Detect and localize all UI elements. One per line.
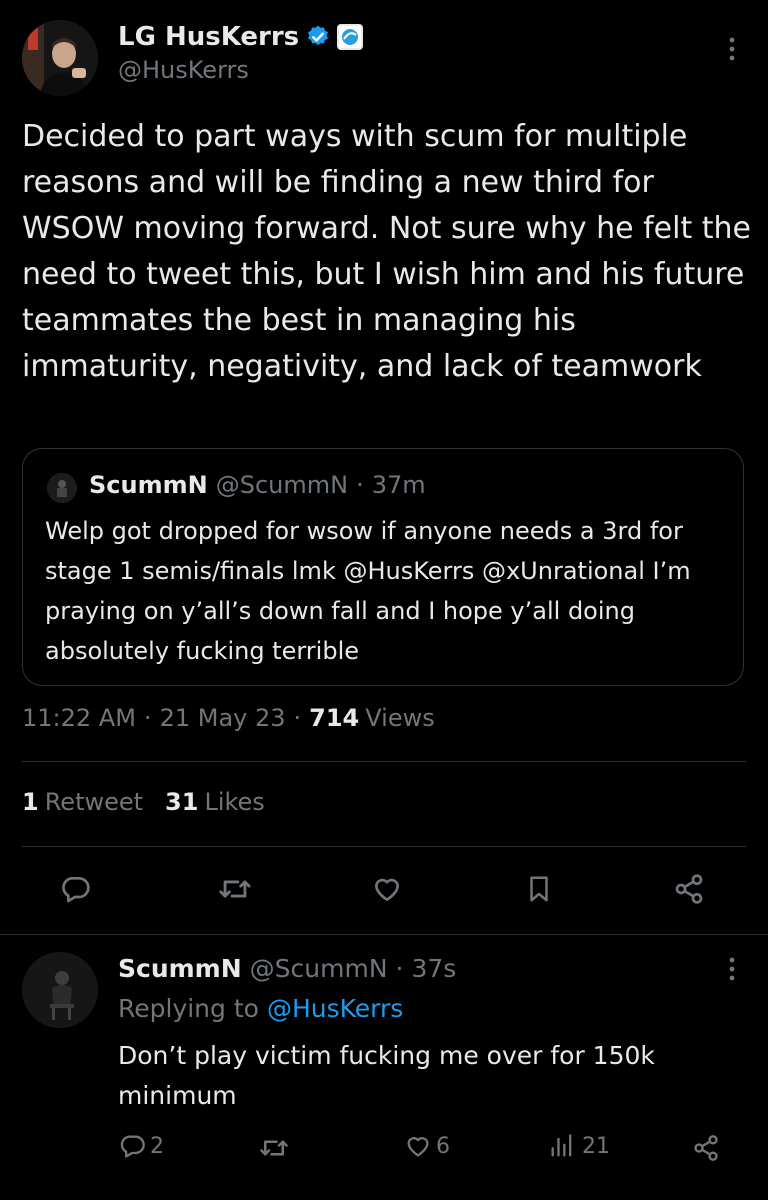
reply-share-icon[interactable] bbox=[688, 1130, 724, 1166]
views-icon bbox=[548, 1132, 576, 1160]
quoted-time: 37m bbox=[371, 471, 426, 499]
tweet-time: 11:22 AM bbox=[22, 704, 136, 732]
likes-stat[interactable]: 31 Likes bbox=[165, 788, 265, 816]
retweet-icon[interactable] bbox=[212, 866, 258, 912]
verified-badge-icon bbox=[305, 24, 331, 50]
author-handle[interactable]: @HusKerrs bbox=[118, 56, 249, 84]
tweet-date: 21 May 23 bbox=[159, 704, 286, 732]
quoted-author-handle: @ScummN bbox=[215, 471, 349, 499]
quoted-author-avatar bbox=[47, 473, 77, 503]
divider bbox=[22, 846, 746, 847]
share-icon[interactable] bbox=[666, 866, 712, 912]
divider bbox=[0, 934, 768, 935]
quoted-separator: · bbox=[356, 471, 364, 499]
like-icon[interactable] bbox=[364, 866, 410, 912]
retweets-count: 1 bbox=[22, 788, 39, 816]
quoted-tweet-card[interactable]: ScummN @ScummN · 37m Welp got dropped fo… bbox=[22, 448, 744, 686]
meta-separator-1: · bbox=[143, 704, 152, 732]
reply-retweet-icon[interactable] bbox=[256, 1130, 292, 1166]
reply-more-options-icon[interactable] bbox=[718, 954, 746, 984]
tweet-text: Decided to part ways with scum for multi… bbox=[22, 119, 752, 384]
reply-time[interactable]: 37s bbox=[411, 954, 456, 983]
likes-count: 31 bbox=[165, 788, 199, 816]
reply-like-count: 6 bbox=[436, 1133, 450, 1159]
reply-reply-icon bbox=[118, 1132, 146, 1160]
quoted-author-name: ScummN bbox=[89, 471, 208, 499]
views-label: Views bbox=[365, 704, 435, 732]
author-avatar[interactable] bbox=[22, 20, 98, 96]
divider bbox=[22, 761, 746, 762]
quoted-tweet-text: Welp got dropped for wsow if anyone need… bbox=[45, 517, 691, 665]
reply-reply-count: 2 bbox=[150, 1133, 164, 1159]
views-count: 714 bbox=[309, 704, 360, 732]
reply-like-button[interactable]: 6 bbox=[404, 1132, 450, 1160]
more-options-icon[interactable] bbox=[718, 34, 746, 64]
reply-reply-button[interactable]: 2 bbox=[118, 1132, 164, 1160]
likes-label: Likes bbox=[204, 788, 265, 816]
reply-separator: · bbox=[395, 954, 404, 983]
reply-author-avatar[interactable] bbox=[22, 952, 98, 1028]
replying-to-label: Replying to bbox=[118, 994, 259, 1023]
bookmark-icon[interactable] bbox=[516, 866, 562, 912]
reply-icon[interactable] bbox=[52, 866, 98, 912]
reply-like-icon bbox=[404, 1132, 432, 1160]
replying-to-handle[interactable]: @HusKerrs bbox=[267, 994, 403, 1023]
retweets-label: Retweet bbox=[44, 788, 144, 816]
affiliate-badge-icon[interactable] bbox=[337, 24, 364, 50]
reply-views-count: 21 bbox=[582, 1133, 610, 1159]
reply-text: Don’t play victim fucking me over for 15… bbox=[118, 1041, 655, 1110]
author-name[interactable]: LG HusKerrs bbox=[118, 22, 299, 52]
reply-author-handle[interactable]: @ScummN bbox=[250, 954, 388, 983]
meta-separator-2: · bbox=[293, 704, 302, 732]
reply-author-name[interactable]: ScummN bbox=[118, 954, 242, 983]
reply-views-button[interactable]: 21 bbox=[548, 1132, 610, 1160]
retweets-stat[interactable]: 1 Retweet bbox=[22, 788, 143, 816]
